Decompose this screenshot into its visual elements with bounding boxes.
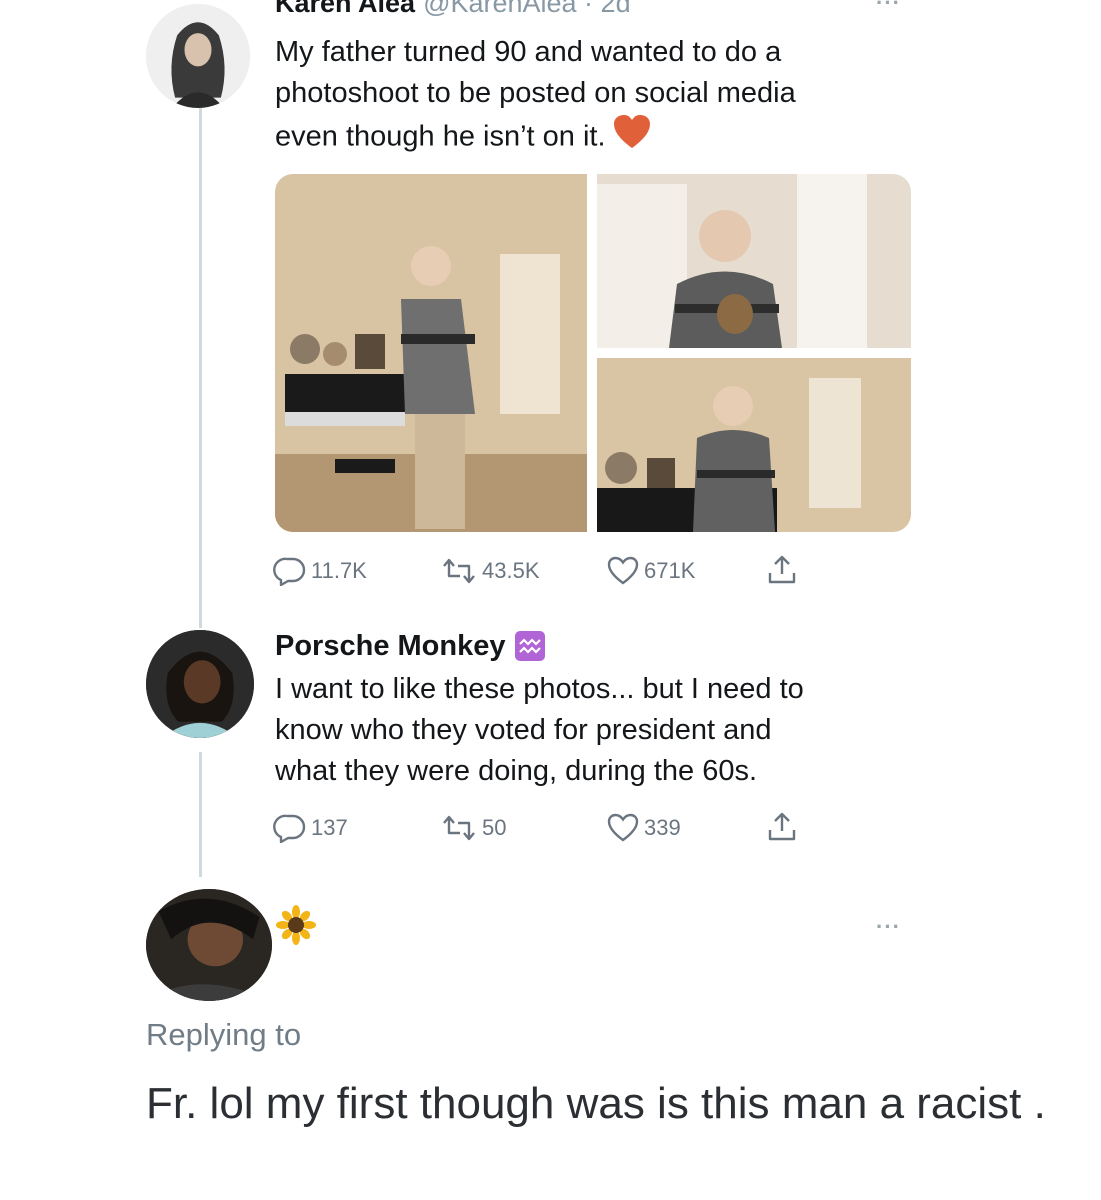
tweet-text: Fr. lol my first though was is this man … (146, 1079, 1046, 1128)
share-button[interactable] (765, 810, 803, 844)
avatar-image (146, 630, 254, 738)
aquarius-icon (515, 631, 546, 661)
thread-line (199, 752, 202, 877)
thread-line (199, 108, 202, 628)
author-name[interactable]: Karen Alea (275, 0, 415, 18)
tweet-text-line: what they were doing, during the 60s. (275, 755, 758, 787)
tweet-text-line: My father turned 90 and wanted to do a (275, 36, 782, 68)
avatar-image (146, 4, 250, 108)
tweet-text: My father turned 90 and wanted to do a p… (275, 32, 796, 162)
like-button[interactable]: 671K (606, 556, 695, 586)
author-name[interactable]: Porsche Monkey (275, 626, 505, 666)
retweet-icon (443, 815, 475, 841)
like-count: 339 (644, 815, 681, 840)
retweet-count: 50 (482, 815, 507, 840)
avatar[interactable] (146, 889, 272, 1001)
sunflower-icon (276, 905, 316, 945)
reply-icon (273, 557, 306, 586)
heart-icon (607, 556, 639, 585)
photo-3[interactable] (597, 358, 911, 532)
reply-count: 11.7K (311, 558, 367, 583)
tweet-header: Karen Alea @KarenAlea · 2d (275, 0, 631, 18)
orange-heart-icon (612, 114, 652, 162)
photo-image (275, 174, 587, 532)
more-options-icon[interactable]: ··· (876, 0, 901, 16)
share-icon (768, 555, 796, 584)
retweet-icon (443, 558, 475, 584)
tweet-text-line: even though he isn’t on it. (275, 114, 796, 162)
author-handle-time[interactable]: @KarenAlea · 2d (423, 0, 631, 18)
photo-1[interactable] (275, 174, 587, 532)
tweet-text-line: know who they voted for president and (275, 714, 772, 746)
share-icon (768, 812, 796, 841)
reply-button[interactable]: 137 (273, 813, 348, 843)
tweet-text: I want to like these photos... but I nee… (275, 669, 804, 792)
retweet-button[interactable]: 43.5K (440, 556, 540, 586)
tweet-text-line: I want to like these photos... but I nee… (275, 673, 804, 705)
reply-count: 137 (311, 815, 348, 840)
tweet-header: Porsche Monkey (275, 626, 546, 666)
reply-icon (273, 814, 306, 843)
heart-icon (607, 813, 639, 842)
avatar-image (146, 889, 272, 1001)
photo-image (597, 174, 911, 348)
more-options-icon[interactable]: ··· (876, 914, 901, 940)
photo-2[interactable] (597, 174, 911, 348)
replying-to-label: Replying to (146, 1017, 302, 1052)
reply-button[interactable]: 11.7K (273, 556, 367, 586)
share-button[interactable] (765, 553, 803, 587)
avatar[interactable] (146, 630, 254, 738)
like-button[interactable]: 339 (606, 813, 681, 843)
avatar[interactable] (146, 4, 250, 108)
like-count: 671K (644, 558, 696, 583)
tweet-text-line: photoshoot to be posted on social media (275, 77, 796, 109)
retweet-button[interactable]: 50 (440, 813, 506, 843)
photo-image (597, 358, 911, 532)
tweet-text-fragment: even though he isn’t on it. (275, 120, 606, 153)
photo-grid (275, 174, 911, 532)
retweet-count: 43.5K (482, 558, 540, 583)
